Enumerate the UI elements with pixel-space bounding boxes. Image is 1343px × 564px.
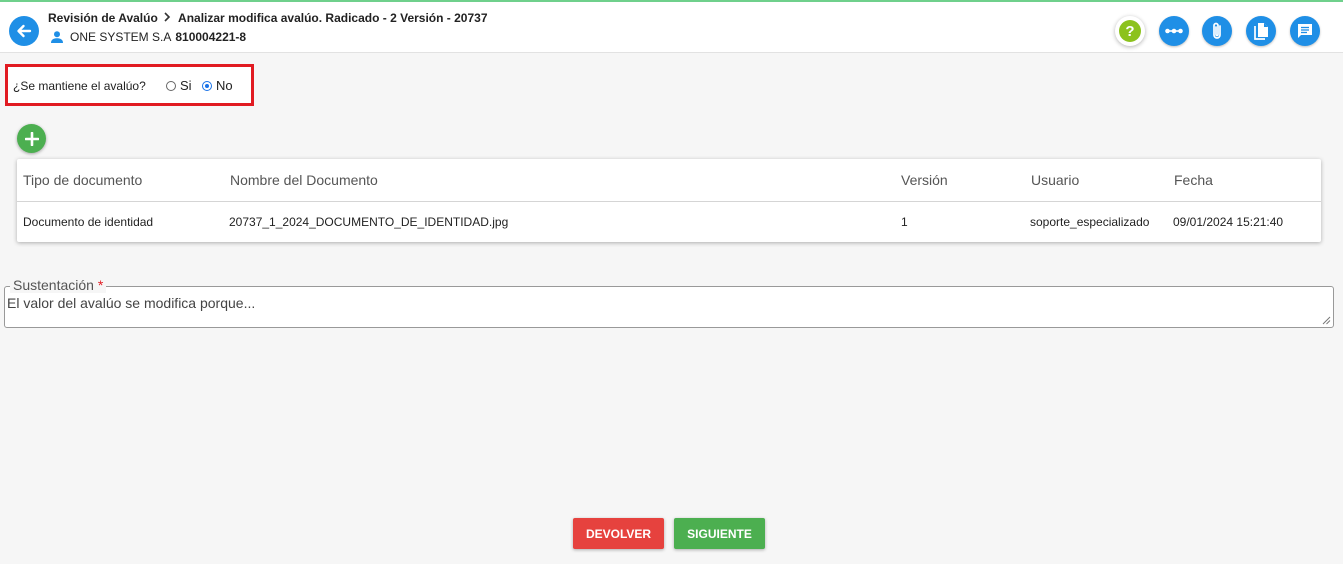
documents-button[interactable] [1246,16,1276,46]
company-name: ONE SYSTEM S.A [70,30,172,44]
radio-si-circle[interactable] [166,80,176,91]
column-header-fecha[interactable]: Fecha [1174,172,1213,188]
column-header-tipo[interactable]: Tipo de documento [23,172,142,188]
page-header: Revisión de Avalúo Analizar modifica ava… [0,2,1343,53]
sustentacion-label-text: Sustentación [13,277,94,293]
company-nit: 810004221-8 [175,30,247,44]
back-arrow-icon [17,24,32,38]
company-info: ONE SYSTEM S.A 810004221-8 [50,30,246,44]
column-header-usuario[interactable]: Usuario [1031,172,1079,188]
sustentacion-value[interactable]: El valor del avalúo se modifica porque..… [7,295,255,311]
plus-icon [24,131,39,146]
cell-usuario: soporte_especializado [1030,215,1150,229]
document-copy-icon [1254,23,1268,40]
cell-fecha: 09/01/2024 15:21:40 [1173,215,1284,229]
attachment-icon [1213,22,1221,39]
breadcrumb-current: Analizar modifica avalúo. Radicado - 2 V… [178,11,488,25]
user-icon [51,31,63,43]
radio-option-si[interactable]: Si [166,78,192,93]
column-header-version[interactable]: Versión [901,172,948,188]
radio-no-circle[interactable] [202,80,212,91]
sustentacion-label: Sustentación * [10,277,107,293]
radio-si-label: Si [180,78,192,93]
required-mark: * [97,277,104,293]
cell-version: 1 [901,215,908,229]
attachments-button[interactable] [1202,16,1232,46]
help-icon: ? [1119,20,1141,42]
comments-button[interactable] [1290,16,1320,46]
cell-nombre: 20737_1_2024_DOCUMENTO_DE_IDENTIDAD.jpg [229,215,509,229]
cell-tipo: Documento de identidad [23,215,154,229]
question-label: ¿Se mantiene el avalúo? [13,79,146,93]
breadcrumb-parent[interactable]: Revisión de Avalúo [48,11,158,25]
column-header-nombre[interactable]: Nombre del Documento [230,172,378,188]
help-button[interactable]: ? [1115,16,1145,46]
breadcrumb: Revisión de Avalúo Analizar modifica ava… [48,11,488,25]
resize-handle-icon[interactable] [1322,316,1331,325]
comment-icon [1298,24,1312,38]
more-options-button[interactable] [1159,16,1189,46]
radio-option-no[interactable]: No [202,78,233,93]
more-icon [1165,28,1183,34]
next-button[interactable]: SIGUIENTE [674,518,765,549]
return-button[interactable]: DEVOLVER [573,518,664,549]
documents-table: Tipo de documento Nombre del Documento V… [17,159,1321,242]
chevron-right-icon [163,11,171,25]
table-header: Tipo de documento Nombre del Documento V… [17,159,1321,202]
add-document-button[interactable] [17,124,46,153]
back-button[interactable] [9,16,39,46]
radio-no-label: No [216,78,233,93]
